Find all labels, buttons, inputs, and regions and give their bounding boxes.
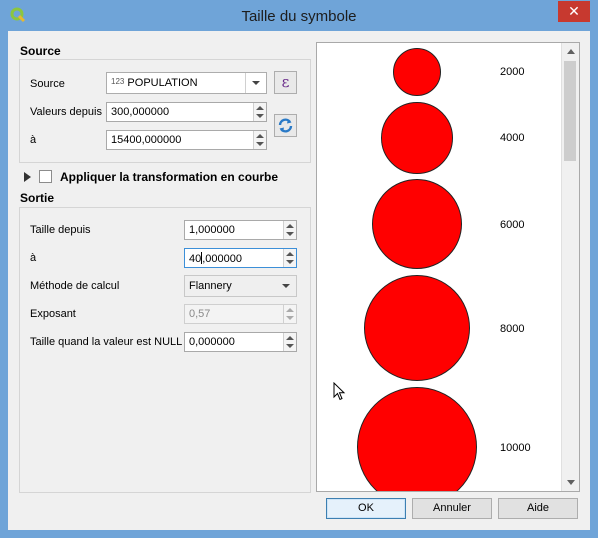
source-field-value: 123 POPULATION <box>111 77 198 89</box>
values-to-spinbox[interactable]: 15400,000000 <box>106 130 267 150</box>
method-combo[interactable]: Flannery <box>184 275 297 297</box>
help-button[interactable]: Aide <box>498 498 578 519</box>
spin-down-icon[interactable] <box>256 114 264 118</box>
size-to-spinbox[interactable]: 40,000000 <box>184 248 297 268</box>
spin-down-icon[interactable] <box>286 260 294 264</box>
size-to-label: à <box>30 252 37 264</box>
title-bar: Taille du symbole ✕ <box>0 0 598 31</box>
output-group: Taille depuis 1,000000 à 40,000000 Métho… <box>19 207 311 493</box>
legend-label: 10000 <box>500 442 531 454</box>
ok-button[interactable]: OK <box>326 498 406 519</box>
null-size-label: Taille quand la valeur est NULL <box>30 336 183 348</box>
legend-label: 6000 <box>500 219 525 231</box>
legend-label: 4000 <box>500 132 525 144</box>
curve-transform-label: Appliquer la transformation en courbe <box>60 170 279 184</box>
cancel-button[interactable]: Annuler <box>412 498 492 519</box>
preview-scrollbar[interactable] <box>561 43 579 491</box>
scroll-up-icon[interactable] <box>567 49 575 54</box>
dialog-window: Taille du symbole ✕ Source Source 123 PO… <box>0 0 598 538</box>
legend-label: 8000 <box>500 323 525 335</box>
legend-symbol <box>364 275 470 381</box>
spin-down-icon <box>286 316 294 320</box>
spin-down-icon[interactable] <box>286 232 294 236</box>
symbol-preview[interactable]: 2000 4000 6000 8000 10000 <box>316 42 580 492</box>
legend-symbol <box>372 179 462 269</box>
values-from-label: Valeurs depuis <box>30 106 102 118</box>
source-field-combo[interactable]: 123 POPULATION <box>106 72 267 94</box>
spin-up-icon[interactable] <box>256 106 264 110</box>
refresh-button[interactable] <box>274 114 297 137</box>
expression-button[interactable]: ε <box>274 71 297 94</box>
mouse-cursor-icon <box>333 382 346 401</box>
chevron-down-icon[interactable] <box>276 276 296 296</box>
spin-down-icon[interactable] <box>286 344 294 348</box>
close-button[interactable]: ✕ <box>558 1 590 22</box>
legend-label: 2000 <box>500 66 525 78</box>
exponent-label: Exposant <box>30 308 76 320</box>
values-to-label: à <box>30 134 37 146</box>
curve-transform-checkbox[interactable] <box>39 170 52 183</box>
output-heading: Sortie <box>20 191 55 205</box>
source-label: Source <box>30 78 65 90</box>
expand-arrow-icon[interactable] <box>24 172 31 182</box>
scroll-down-icon[interactable] <box>567 480 575 485</box>
size-from-spinbox[interactable]: 1,000000 <box>184 220 297 240</box>
spin-up-icon[interactable] <box>256 134 264 138</box>
chevron-down-icon[interactable] <box>245 73 266 93</box>
legend-symbol <box>393 48 441 96</box>
spin-up-icon[interactable] <box>286 336 294 340</box>
scrollbar-thumb[interactable] <box>564 61 576 161</box>
window-title: Taille du symbole <box>241 8 357 25</box>
refresh-icon <box>278 118 293 133</box>
exponent-spinbox: 0,57 <box>184 304 297 324</box>
spin-up-icon[interactable] <box>286 252 294 256</box>
numeric-type-icon: 123 <box>111 77 125 86</box>
legend-symbol <box>357 387 477 491</box>
size-from-label: Taille depuis <box>30 224 91 236</box>
null-size-spinbox[interactable]: 0,000000 <box>184 332 297 352</box>
source-group: Source 123 POPULATION ε Valeurs depuis 3… <box>19 59 311 163</box>
legend-symbol <box>381 102 453 174</box>
spin-up-icon <box>286 308 294 312</box>
spin-up-icon[interactable] <box>286 224 294 228</box>
dialog-body: Source Source 123 POPULATION ε Valeurs d… <box>8 31 590 530</box>
spin-down-icon[interactable] <box>256 142 264 146</box>
values-from-spinbox[interactable]: 300,000000 <box>106 102 267 122</box>
source-heading: Source <box>20 44 61 58</box>
method-label: Méthode de calcul <box>30 280 120 292</box>
